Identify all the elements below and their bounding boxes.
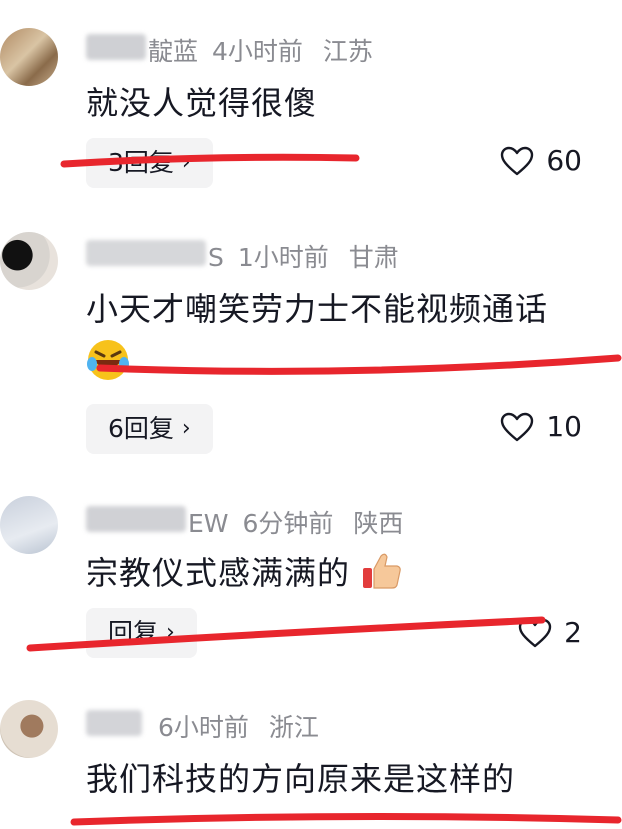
heart-outline-icon [501,412,534,441]
comment-text: 我们科技的方向原来是这样的 [86,760,516,798]
username-redacted [86,240,206,266]
timestamp: 6分钟前 [242,509,334,538]
view-replies-button[interactable]: 6回复 › [86,404,213,454]
username[interactable] [86,710,144,742]
username-redacted [86,710,142,736]
comment-list: 靛蓝 4小时前 江苏 就没人觉得很傻 3回复 › 60 S 1小时前 甘肃 小天才… [0,0,622,829]
comment-text: 小天才嘲笑劳力士不能视频通话 [86,290,549,328]
like-button[interactable]: 60 [500,144,582,177]
chevron-right-icon: › [181,150,191,175]
avatar[interactable] [0,28,58,86]
comment-text: 宗教仪式感满满的 [86,548,403,600]
laughing-crying-emoji [86,338,130,386]
like-count: 60 [546,144,582,177]
location: 甘肃 [348,243,399,272]
timestamp: 6小时前 [158,713,249,742]
username[interactable]: 靛蓝 [86,32,198,68]
like-button[interactable]: 10 [500,410,582,443]
like-count: 2 [564,616,582,649]
avatar[interactable] [0,232,58,290]
username-redacted [86,34,146,60]
chevron-right-icon: › [166,620,175,645]
location: 浙江 [268,713,319,742]
username-redacted [86,506,186,532]
comment-meta: 6小时前 浙江 [86,708,319,744]
chevron-right-icon: › [181,416,191,441]
red-annotation-line [96,354,622,375]
timestamp: 4小时前 [212,37,303,66]
heart-outline-icon [501,146,534,175]
comment-meta: 靛蓝 4小时前 江苏 [86,32,373,68]
comment-text: 就没人觉得很傻 [86,84,318,122]
timestamp: 1小时前 [237,243,329,272]
location: 江苏 [322,37,373,66]
username[interactable]: S [86,240,224,272]
view-replies-button[interactable]: 3回复 › [86,138,213,188]
location: 陕西 [353,509,404,538]
comment-meta: EW 6分钟前 陕西 [86,504,403,540]
avatar[interactable] [0,700,58,758]
heart-outline-icon [518,618,552,647]
avatar[interactable] [0,496,58,554]
like-count: 10 [546,410,582,443]
view-replies-button[interactable]: 回复 › [86,608,197,658]
comment-meta: S 1小时前 甘肃 [86,238,399,274]
like-button[interactable]: 2 [518,616,582,649]
username[interactable]: EW [86,506,229,538]
thumbs-up-emoji [361,550,403,600]
red-annotation-line [70,812,622,826]
